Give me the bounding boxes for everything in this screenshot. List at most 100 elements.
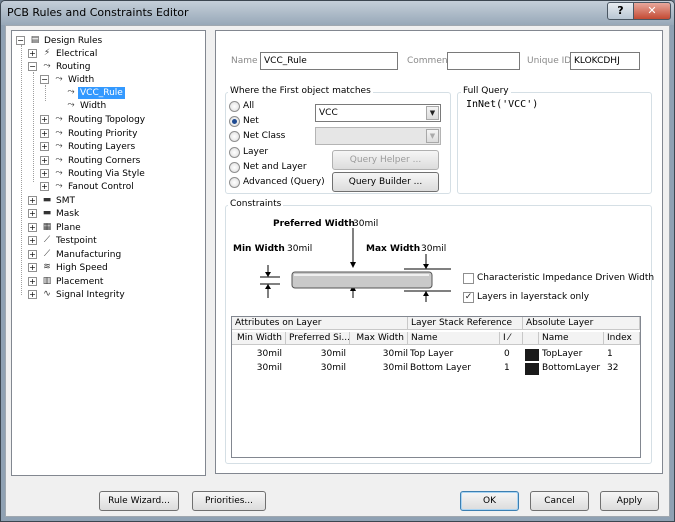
chevron-down-icon[interactable]: ▼	[426, 106, 439, 120]
tree-label: Electrical	[56, 49, 98, 59]
col-header-layer-index-sorted[interactable]: I ⁄	[500, 332, 523, 345]
cell-absolute-index: 32	[607, 363, 619, 373]
routing-rule-icon: ⤳	[55, 141, 63, 151]
cell-absolute-name: BottomLayer	[542, 363, 601, 373]
tree-label: Plane	[56, 223, 81, 233]
first-object-title: Where the First object matches	[228, 86, 373, 96]
query-builder-button[interactable]: Query Builder ...	[332, 172, 439, 192]
radio-net-and-layer[interactable]	[229, 162, 240, 173]
cell-layer-name: Bottom Layer	[410, 363, 471, 373]
col-header-absolute-name[interactable]: Name	[539, 332, 604, 345]
net-select[interactable]: VCC ▼	[315, 104, 441, 122]
tree-label: Routing Corners	[68, 156, 141, 166]
impedance-driven-checkbox[interactable]	[463, 273, 474, 284]
tree-label: Testpoint	[56, 236, 97, 246]
expand-icon[interactable]: +	[28, 263, 37, 272]
net-select-value: VCC	[319, 108, 338, 118]
expand-icon[interactable]: +	[40, 156, 49, 165]
expand-icon[interactable]: +	[40, 169, 49, 178]
chevron-down-icon: ▼	[426, 129, 439, 143]
tree-label: Mask	[56, 209, 80, 219]
tree-label-selected: VCC_Rule	[78, 87, 125, 99]
cell-layer-name: Top Layer	[410, 349, 454, 359]
expand-icon[interactable]: +	[28, 236, 37, 245]
tree-connector	[21, 45, 22, 295]
priorities-button[interactable]: Priorities...	[192, 491, 266, 511]
cell-layer-index: 0	[504, 349, 510, 359]
col-header-absolute-index[interactable]: Index	[604, 332, 640, 345]
layer-width-table[interactable]: Attributes on Layer Layer Stack Referenc…	[231, 316, 641, 458]
radio-net-class[interactable]	[229, 131, 240, 142]
radio-net-and-layer-label: Net and Layer	[243, 162, 307, 172]
help-button[interactable]: ?	[607, 2, 634, 20]
routing-rule-icon: ⤳	[55, 114, 63, 124]
col-header-preferred-size[interactable]: Preferred Si...	[286, 332, 350, 345]
expand-icon[interactable]: +	[28, 277, 37, 286]
folder-rules-icon: ▤	[30, 35, 40, 45]
unique-id-input[interactable]: KLOKCDHJ	[570, 52, 640, 70]
tree-connector	[33, 72, 34, 182]
col-header-layer-name[interactable]: Name	[408, 332, 500, 345]
expand-icon[interactable]: +	[40, 115, 49, 124]
cancel-button[interactable]: Cancel	[530, 491, 589, 511]
layer-color-swatch	[525, 349, 539, 361]
cell-preferred-width[interactable]: 30mil	[286, 348, 346, 361]
cell-min-width[interactable]: 30mil	[232, 348, 282, 361]
radio-net[interactable]	[229, 116, 240, 127]
collapse-icon[interactable]: −	[40, 75, 49, 84]
comment-input[interactable]	[447, 52, 520, 70]
tree-label: Signal Integrity	[56, 290, 125, 300]
routing-rule-icon: ⤳	[55, 181, 63, 191]
group-header-layer-stack: Layer Stack Reference	[408, 317, 523, 330]
title-bar[interactable]: PCB Rules and Constraints Editor ? ✕	[1, 1, 674, 25]
cell-min-width[interactable]: 30mil	[232, 362, 282, 375]
radio-all[interactable]	[229, 101, 240, 112]
radio-advanced-query[interactable]	[229, 177, 240, 188]
collapse-icon[interactable]: −	[28, 62, 37, 71]
expand-icon[interactable]: +	[28, 290, 37, 299]
unique-id-label: Unique ID	[527, 56, 572, 66]
cell-absolute-name: TopLayer	[542, 349, 583, 359]
radio-all-label: All	[243, 101, 255, 111]
impedance-driven-label: Characteristic Impedance Driven Width	[477, 273, 655, 283]
routing-rule-icon: ⤳	[55, 128, 63, 138]
testpoint-rule-icon: ⟋	[43, 235, 51, 245]
routing-rule-icon: ⤳	[55, 155, 63, 165]
placement-rule-icon: ▥	[42, 276, 52, 286]
cell-max-width[interactable]: 30mil	[350, 362, 408, 375]
rules-tree[interactable]: − ▤ Design Rules + ⚡ Electrical − ⤳ Rout…	[11, 30, 206, 476]
col-header-color[interactable]	[523, 332, 539, 345]
rule-wizard-button[interactable]: Rule Wizard...	[99, 491, 179, 511]
close-button[interactable]: ✕	[633, 2, 671, 20]
name-input[interactable]: VCC_Rule	[260, 52, 398, 70]
expand-icon[interactable]: +	[40, 182, 49, 191]
width-rule-icon: ⤳	[55, 74, 63, 84]
group-header-absolute-layer: Absolute Layer	[523, 317, 640, 330]
signal-integrity-rule-icon: ∿	[43, 289, 51, 299]
tree-label: Routing Via Style	[68, 169, 145, 179]
cell-preferred-width[interactable]: 30mil	[286, 362, 346, 375]
expand-icon[interactable]: +	[28, 223, 37, 232]
expand-icon[interactable]: +	[40, 142, 49, 151]
expand-icon[interactable]: +	[28, 49, 37, 58]
expand-icon[interactable]: +	[40, 129, 49, 138]
tree-label: High Speed	[56, 263, 108, 273]
cell-max-width[interactable]: 30mil	[350, 348, 408, 361]
cell-absolute-index: 1	[607, 349, 613, 359]
collapse-icon[interactable]: −	[16, 36, 25, 45]
query-helper-button[interactable]: Query Helper ...	[332, 150, 439, 170]
layerstack-only-checkbox[interactable]: ✓	[463, 292, 474, 303]
expand-icon[interactable]: +	[28, 250, 37, 259]
tree-label: Width	[68, 75, 95, 85]
expand-icon[interactable]: +	[28, 196, 37, 205]
ok-button[interactable]: OK	[460, 491, 519, 511]
cell-layer-index: 1	[504, 363, 510, 373]
routing-rule-icon: ⤳	[43, 61, 51, 71]
full-query-text[interactable]: InNet('VCC')	[466, 99, 538, 110]
apply-button[interactable]: Apply	[600, 491, 659, 511]
tree-connector	[45, 85, 46, 101]
expand-icon[interactable]: +	[28, 209, 37, 218]
radio-layer[interactable]	[229, 147, 240, 158]
col-header-min-width[interactable]: Min Width	[232, 332, 286, 345]
col-header-max-width[interactable]: Max Width	[350, 332, 408, 345]
